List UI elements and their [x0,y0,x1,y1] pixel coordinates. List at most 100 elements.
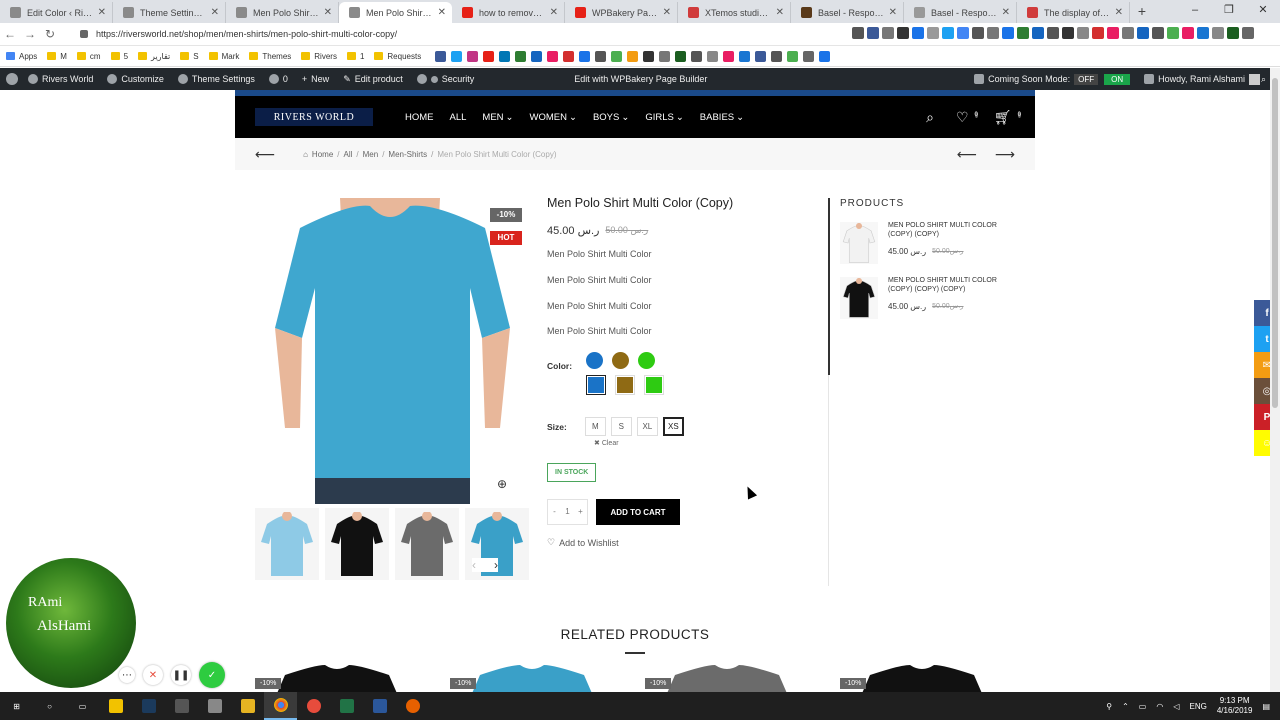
close-tab-icon[interactable]: ✕ [438,7,446,18]
product-thumbnail[interactable] [325,508,389,580]
breadcrumb-item[interactable]: Men-Shirts [388,150,427,159]
color-swatch-square[interactable] [586,375,607,396]
customize-link[interactable]: Customize [107,74,164,84]
sidebar-product-name[interactable]: MEN POLO SHIRT MULTI COLOR (COPY) (COPY) [888,222,1008,240]
bookmark-item[interactable]: 1 [346,52,364,61]
sidebar-product-image[interactable] [840,277,878,319]
reload-icon[interactable]: ↻ [40,27,60,41]
maximize-button[interactable]: ❐ [1212,0,1246,20]
menu-item-boys[interactable]: BOYS ⌄ [593,112,629,123]
wishlist-icon[interactable]: ♡ 0 [956,109,978,126]
scrollbar[interactable] [1270,68,1280,698]
bookmark-item[interactable]: Themes [249,52,291,61]
browser-tab[interactable]: Basel - Responsive ✕ [791,2,904,23]
thumb-prev-icon[interactable]: ‹ [472,558,476,572]
theme-settings-link[interactable]: Theme Settings [177,74,255,84]
close-tab-icon[interactable]: ✕ [211,7,219,18]
search-icon[interactable]: ○ [33,692,66,720]
close-tab-icon[interactable]: ✕ [1002,7,1010,18]
browser-tab[interactable]: Men Polo Shirt Mult ✕ [339,2,452,23]
add-to-cart-button[interactable]: ADD TO CART [596,499,680,526]
sidebar-product-item[interactable]: MEN POLO SHIRT MULTI COLOR (COPY) (COPY)… [840,222,1028,264]
browser-tab[interactable]: The display of prod ✕ [1017,2,1130,23]
color-swatch-circle[interactable] [638,352,656,370]
browser-tab[interactable]: how to remove the ✕ [452,2,565,23]
sidebar-product-name[interactable]: MEN POLO SHIRT MULTI COLOR (COPY) (COPY)… [888,277,1008,295]
coming-soon-toggle[interactable]: Coming Soon Mode: OFF ON [974,73,1131,85]
size-option-xs[interactable]: XS [662,417,684,437]
bookmark-item[interactable]: M [47,52,67,61]
sidebar-product-item[interactable]: MEN POLO SHIRT MULTI COLOR (COPY) (COPY)… [840,277,1028,319]
bookmark-item[interactable]: Mark [208,52,239,61]
cart-icon[interactable]: 🛒︎ 0 [994,109,1021,126]
next-product-arrow-icon[interactable]: ⟶ [995,146,1015,163]
close-tab-icon[interactable]: ✕ [324,7,332,18]
qty-minus-button[interactable]: - [548,500,561,524]
menu-item-home[interactable]: HOME [405,112,434,123]
product-main-image[interactable] [260,198,523,504]
browser-tab[interactable]: Basel - Responsive ✕ [904,2,1017,23]
breadcrumb-item[interactable]: All [344,150,353,159]
url-field[interactable]: https://riversworld.net/shop/men/men-shi… [66,26,666,43]
photoshop-icon[interactable] [132,692,165,720]
site-name-link[interactable]: Rivers World [28,74,93,84]
folder-icon[interactable] [231,692,264,720]
task-view-icon[interactable]: ▭ [66,692,99,720]
close-window-button[interactable]: ✕ [1246,0,1280,20]
product-thumbnail[interactable] [255,508,319,580]
chevron-up-icon[interactable]: ⌃ [1122,702,1129,711]
security-link[interactable]: Security [416,74,474,84]
size-option-m[interactable]: M [584,417,606,437]
product-thumbnail[interactable] [395,508,459,580]
notifications-icon[interactable]: ▤ [1262,702,1270,711]
calculator-icon[interactable] [165,692,198,720]
person-icon[interactable]: ⚲ [1106,702,1112,711]
browser-tab[interactable]: WPBakery Page Buil ✕ [565,2,678,23]
menu-item-women[interactable]: WOMEN ⌄ [530,112,577,123]
pause-icon[interactable]: ❚❚ [171,665,191,685]
close-tab-icon[interactable]: ✕ [776,7,784,18]
language-indicator[interactable]: ENG [1190,702,1207,711]
prev-product-arrow-icon[interactable]: ⟵ [957,146,977,163]
color-swatch-circle[interactable] [612,352,630,370]
color-swatch-square[interactable] [644,375,665,396]
bookmark-item[interactable]: 5 [110,52,128,61]
back-icon[interactable]: ← [0,27,20,41]
site-logo[interactable]: RIVERS WORLD [255,108,373,126]
menu-item-men[interactable]: MEN ⌄ [482,112,513,123]
menu-item-babies[interactable]: BABIES ⌄ [700,112,744,123]
size-option-s[interactable]: S [610,417,632,437]
wordpress-logo-icon[interactable] [6,73,18,85]
howdy-user-link[interactable]: Howdy, Rami Alshami [1144,73,1260,85]
clock[interactable]: 9:13 PM 4/16/2019 [1217,696,1253,717]
add-to-wishlist-link[interactable]: ♡ Add to Wishlist [547,537,807,548]
zoom-icon[interactable]: ⊕ [497,477,507,491]
finish-recording-icon[interactable]: ✓ [199,662,225,688]
file-explorer-icon[interactable] [99,692,132,720]
forward-icon[interactable]: → [20,27,40,41]
bookmark-item[interactable]: Requests [374,52,421,61]
close-tab-icon[interactable]: ✕ [1115,7,1123,18]
menu-item-all[interactable]: ALL [450,112,467,123]
qty-plus-button[interactable]: + [574,500,587,524]
color-swatch-circle[interactable] [586,352,604,370]
start-icon[interactable]: ⊞ [0,692,33,720]
bookmark-item[interactable]: تقارير [138,52,170,61]
bookmark-item[interactable]: Apps [6,52,37,61]
comments-link[interactable]: 0 [268,74,288,84]
close-tab-icon[interactable]: ✕ [889,7,897,18]
search-icon[interactable]: ⌕ [926,109,934,126]
browser-tab[interactable]: Theme Settings ‹ Ri ✕ [113,2,226,23]
color-swatch-square[interactable] [615,375,636,396]
cancel-recording-icon[interactable]: ✕ [143,665,163,685]
edit-product-link[interactable]: ✎ Edit product [343,74,403,85]
bookmark-item[interactable]: Rivers [301,52,337,61]
thumb-next-icon[interactable]: › [494,558,498,572]
size-option-xl[interactable]: XL [636,417,658,437]
wifi-icon[interactable]: ◠ [1156,702,1163,711]
battery-icon[interactable]: ▭ [1139,702,1147,711]
close-tab-icon[interactable]: ✕ [663,7,671,18]
browser-tab[interactable]: XTemos studio - Pro ✕ [678,2,791,23]
minimize-button[interactable]: – [1178,0,1212,20]
breadcrumb-item[interactable]: Home [312,150,333,159]
